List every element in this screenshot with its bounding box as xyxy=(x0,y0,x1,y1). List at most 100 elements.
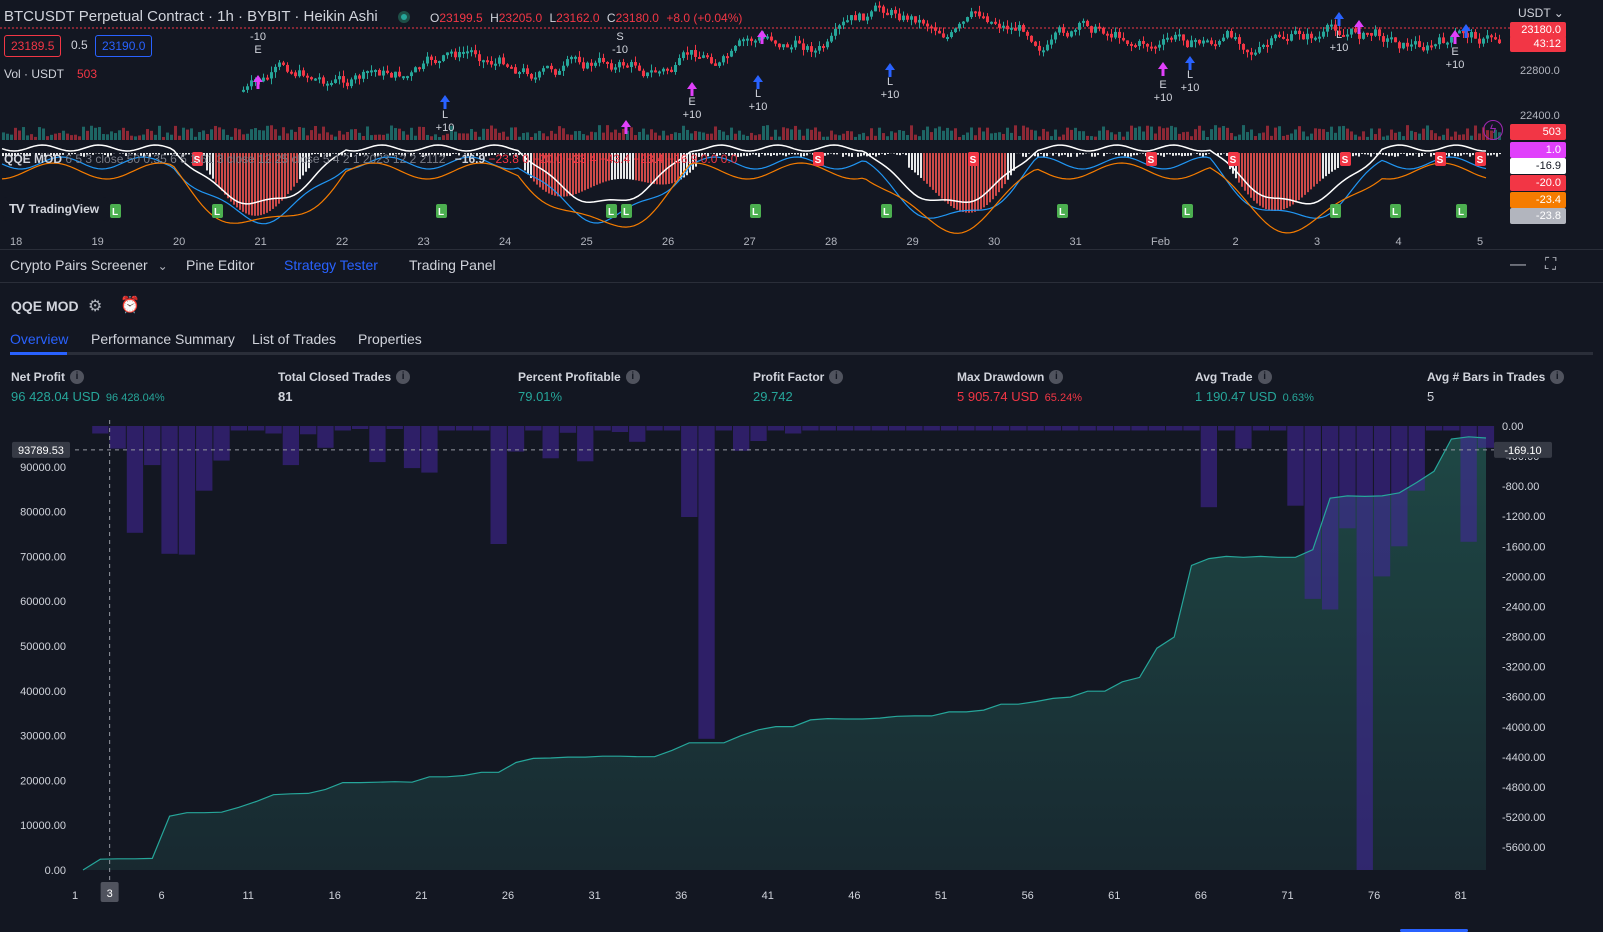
candle xyxy=(754,40,757,43)
candle xyxy=(1026,31,1029,36)
long-signal-text: L xyxy=(883,207,889,218)
volume-bar xyxy=(518,136,521,140)
metric-value: 29.742 xyxy=(753,389,793,404)
qqe-value-rest: −20.0 −23.4 −43.4 −23.4 −16.9 0.0 0.0 xyxy=(532,152,738,166)
info-icon[interactable]: i xyxy=(829,370,844,384)
info-icon[interactable]: i xyxy=(1257,370,1272,384)
buy-button[interactable]: 23190.0 xyxy=(95,35,153,57)
candle xyxy=(586,62,589,69)
candle xyxy=(694,50,697,57)
symbol-title[interactable]: BTCUSDT Perpetual Contract · 1h · BYBIT … xyxy=(4,8,378,25)
currency-selector[interactable]: USDT ⌄ xyxy=(1518,6,1564,20)
qqe-bar xyxy=(1361,153,1363,154)
metric-value: 1 190.47 USD xyxy=(1195,389,1277,404)
volume-bar xyxy=(822,136,825,140)
candle xyxy=(538,71,541,78)
qqe-indicator-legend[interactable]: QQE MOD 6 5 3 close 50 0.35 6 5 1.61 3 c… xyxy=(4,152,737,166)
volume-bar xyxy=(418,126,421,140)
candle xyxy=(654,70,657,73)
candlestick-canvas[interactable]: L L L L L L L L L L L LS S S S S S S S-10EL+10S-10E+10L+10… xyxy=(0,0,1603,248)
volume-bar xyxy=(770,136,773,140)
volume-bar xyxy=(906,135,909,140)
tab-overview[interactable]: Overview xyxy=(10,331,68,347)
drawdown-bar xyxy=(923,426,940,431)
strategy-name[interactable]: QQE MOD xyxy=(11,298,79,314)
tab-pine-editor[interactable]: Pine Editor xyxy=(186,257,254,273)
time-axis-label: 24 xyxy=(499,236,512,248)
candle xyxy=(902,15,905,21)
qqe-bar xyxy=(1304,153,1306,195)
volume-bar xyxy=(1250,129,1253,140)
drawdown-bar xyxy=(455,426,473,431)
sell-button[interactable]: 23189.5 xyxy=(4,35,62,57)
right-axis: 0.00-400.00-800.00-1200.00-1600.00-2000.… xyxy=(1502,421,1545,854)
tab-list-of-trades[interactable]: List of Trades xyxy=(252,331,336,347)
volume-bar xyxy=(810,129,813,140)
volume-bar xyxy=(446,133,449,140)
volume-bar xyxy=(690,133,693,140)
ohlc-close: 23180.0 xyxy=(615,11,659,25)
qqe-value-3: 0 xyxy=(522,152,529,166)
volume-bar xyxy=(14,127,17,140)
volume-bar xyxy=(1050,136,1053,140)
volume-bar xyxy=(818,131,821,140)
volume-bar xyxy=(246,133,249,140)
tab-performance-summary[interactable]: Performance Summary xyxy=(91,331,235,347)
volume-bar xyxy=(210,129,213,140)
short-signal-text: S xyxy=(1342,155,1349,166)
add-alert-icon[interactable]: ⏰ xyxy=(120,295,140,315)
info-icon[interactable]: i xyxy=(396,370,411,384)
info-icon[interactable]: i xyxy=(70,370,84,384)
tradingview-logo[interactable]: TV TradingView xyxy=(3,197,108,221)
chevron-down-icon[interactable]: ⌄ xyxy=(158,259,168,273)
lightning-icon[interactable]: ϟ xyxy=(1483,120,1503,140)
volume-bar xyxy=(74,134,77,140)
volume-bar xyxy=(66,133,69,140)
tab-crypto-pairs-screener[interactable]: Crypto Pairs Screener ⌄ xyxy=(10,257,168,273)
candle xyxy=(934,27,937,31)
right-axis-tick: -4000.00 xyxy=(1502,722,1545,734)
info-icon[interactable]: i xyxy=(1049,370,1064,384)
volume-bar xyxy=(918,136,921,140)
equity-chart-canvas[interactable]: 0.00 10000.00 20000.00 30000.00 40000.00 5000… xyxy=(0,420,1603,932)
candle xyxy=(1066,32,1069,37)
minimize-panel-icon[interactable]: — xyxy=(1510,256,1526,274)
qqe-bar xyxy=(1163,153,1165,157)
volume-label[interactable]: Vol · USDT xyxy=(4,67,64,81)
candle xyxy=(906,15,909,20)
bottom-panel-tabs: Crypto Pairs Screener ⌄ Pine Editor Stra… xyxy=(0,249,1603,283)
qqe-bar xyxy=(1394,153,1396,157)
tab-trading-panel[interactable]: Trading Panel xyxy=(409,257,496,273)
info-icon[interactable]: i xyxy=(625,370,640,384)
volume-bar xyxy=(114,133,117,140)
volume-bar xyxy=(674,132,677,140)
equity-chart[interactable]: 0.00 10000.00 20000.00 30000.00 40000.00 5000… xyxy=(0,420,1603,932)
qqe-bar xyxy=(1226,153,1228,156)
candle xyxy=(1210,40,1213,45)
maximize-panel-icon[interactable]: ⛶ xyxy=(1545,256,1556,274)
qqe-bar xyxy=(1052,153,1054,156)
candle xyxy=(922,19,925,24)
candle xyxy=(1062,27,1065,33)
volume-bar xyxy=(1074,127,1077,140)
qqe-bar xyxy=(782,153,784,156)
info-icon[interactable]: i xyxy=(1550,370,1565,384)
time-axis-label: 5 xyxy=(1477,236,1484,248)
tab-strategy-tester[interactable]: Strategy Tester xyxy=(284,257,378,273)
volume-bar xyxy=(410,127,413,140)
qqe-bar xyxy=(1166,153,1168,155)
candle xyxy=(1126,40,1129,44)
candle xyxy=(502,57,505,65)
tab-properties[interactable]: Properties xyxy=(358,331,422,347)
price-axis-badge: -23.4 xyxy=(1510,192,1566,208)
qqe-bar xyxy=(1091,153,1093,157)
candle xyxy=(1354,28,1357,33)
drawdown-bar xyxy=(1460,426,1477,542)
qqe-bar xyxy=(917,153,919,176)
qqe-bar xyxy=(1373,153,1375,154)
gear-icon[interactable]: ⚙ xyxy=(88,296,102,316)
volume-bar xyxy=(286,133,289,140)
price-chart[interactable]: L L L L L L L L L L L L S S S S S S S S -10 E L +10 S -10 E +10 L +10… xyxy=(0,0,1603,248)
qqe-bar xyxy=(1430,153,1432,157)
qqe-bar xyxy=(1037,153,1039,157)
